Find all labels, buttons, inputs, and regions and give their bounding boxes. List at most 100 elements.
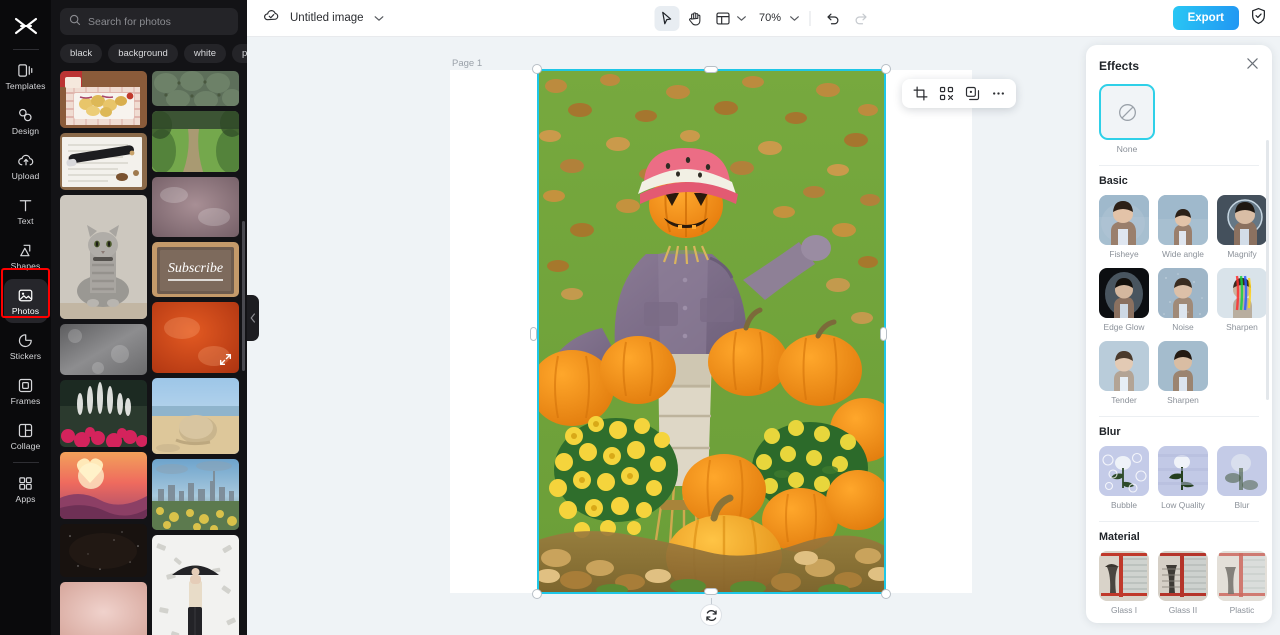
sidebar-item-frames[interactable]: Frames <box>4 369 48 413</box>
expand-arrows-icon[interactable] <box>217 351 233 367</box>
app-logo[interactable] <box>0 6 51 46</box>
effect-tile[interactable]: Low Quality <box>1158 446 1208 510</box>
hand-tool-button[interactable] <box>682 6 707 31</box>
duplicate-button[interactable] <box>960 82 984 106</box>
photo-thumbnail[interactable] <box>60 380 147 448</box>
effect-tile[interactable]: Magnify <box>1217 195 1267 259</box>
sidebar-item-apps[interactable]: Apps <box>4 467 48 511</box>
shield-check-icon[interactable] <box>1250 7 1267 30</box>
photos-scrollbar[interactable] <box>242 221 245 371</box>
sidebar-item-stickers[interactable]: Stickers <box>4 324 48 368</box>
photo-thumbnail[interactable] <box>152 71 239 106</box>
resize-handle-top-left[interactable] <box>532 64 542 74</box>
sidebar-item-label: Templates <box>5 81 46 92</box>
photo-thumbnail[interactable] <box>152 458 239 530</box>
sidebar-item-upload[interactable]: Upload <box>4 144 48 188</box>
photo-thumbnail[interactable] <box>60 523 147 578</box>
effects-row: Bubble Low Quality Blur <box>1099 446 1267 510</box>
photo-thumbnail[interactable]: Subscribe <box>152 242 239 298</box>
no-effect-icon <box>1099 84 1155 140</box>
sidebar-item-templates[interactable]: Templates <box>4 54 48 98</box>
selected-image[interactable] <box>538 70 885 593</box>
effect-tile[interactable]: Glass II <box>1158 551 1208 615</box>
photo-thumbnail[interactable] <box>60 452 147 519</box>
rotate-handle[interactable] <box>700 604 722 626</box>
resize-handle-bottom[interactable] <box>704 588 718 595</box>
text-icon <box>16 196 35 215</box>
effect-tile[interactable]: Edge Glow <box>1099 268 1149 332</box>
top-toolbar: Untitled image 70% Export <box>247 0 1280 37</box>
photo-thumbnail[interactable] <box>60 324 147 376</box>
effect-label: Tender <box>1111 395 1137 405</box>
tag-chip[interactable]: black <box>60 44 103 63</box>
effect-tile[interactable]: Blur <box>1217 446 1267 510</box>
effects-divider <box>1099 165 1259 166</box>
close-icon[interactable] <box>1246 57 1259 75</box>
effect-label: None <box>1116 144 1138 154</box>
effect-tile[interactable]: Tender <box>1099 341 1149 405</box>
stickers-icon <box>16 331 35 350</box>
resize-handle-top[interactable] <box>704 66 718 73</box>
sidebar-item-design[interactable]: Design <box>4 99 48 143</box>
photo-thumbnail[interactable] <box>152 110 239 173</box>
effects-header: Effects <box>1086 45 1272 84</box>
sidebar-item-shapes[interactable]: Shapes <box>4 234 48 278</box>
photo-thumbnail[interactable] <box>60 195 147 320</box>
photo-thumbnail[interactable] <box>152 177 239 238</box>
sidebar-item-photos[interactable]: Photos <box>3 279 48 323</box>
resize-handle-right[interactable] <box>880 327 887 341</box>
document-title-group[interactable]: Untitled image <box>263 8 384 28</box>
undo-button[interactable] <box>820 6 845 31</box>
effect-thumbnail <box>1099 341 1149 391</box>
effect-tile[interactable]: Sharpen <box>1217 268 1267 332</box>
apps-grid-icon <box>16 474 35 493</box>
tag-chip[interactable]: white <box>183 44 227 63</box>
effects-divider <box>1099 521 1259 522</box>
sidebar-item-label: Upload <box>11 171 40 182</box>
templates-icon <box>16 61 35 80</box>
resize-handle-bottom-left[interactable] <box>532 589 542 599</box>
tag-chip[interactable]: p <box>232 44 247 63</box>
search-placeholder: Search for photos <box>88 15 171 28</box>
effect-tile[interactable]: Noise <box>1158 268 1208 332</box>
effect-thumbnail <box>1217 446 1267 496</box>
layout-tool-button[interactable] <box>710 6 746 31</box>
effect-tile[interactable]: Plastic <box>1217 551 1267 615</box>
magic-cutout-button[interactable] <box>934 82 958 106</box>
upload-cloud-icon <box>16 151 35 170</box>
photo-thumbnail[interactable] <box>60 133 147 191</box>
photo-thumbnail[interactable] <box>152 302 239 374</box>
effects-panel: Effects None Basic Fisheye Wide angle Ma… <box>1086 45 1272 623</box>
chevron-down-icon[interactable] <box>374 9 384 27</box>
sidebar-item-collage[interactable]: Collage <box>4 414 48 458</box>
effect-tile[interactable]: Glass I <box>1099 551 1149 615</box>
effect-tile[interactable]: Fisheye <box>1099 195 1149 259</box>
zoom-control[interactable]: 70% <box>757 9 799 27</box>
select-tool-button[interactable] <box>653 5 679 31</box>
effect-tile[interactable]: Bubble <box>1099 446 1149 510</box>
resize-handle-bottom-right[interactable] <box>881 589 891 599</box>
design-icon <box>16 106 35 125</box>
effect-none[interactable]: None <box>1099 84 1259 154</box>
collapse-panel-button[interactable] <box>247 295 259 341</box>
page-label: Page 1 <box>452 58 483 69</box>
sidebar-item-text[interactable]: Text <box>4 189 48 233</box>
effects-scrollbar[interactable] <box>1266 140 1269 400</box>
search-input[interactable]: Search for photos <box>60 8 238 35</box>
photo-thumbnail[interactable] <box>152 534 239 635</box>
resize-handle-left[interactable] <box>530 327 537 341</box>
export-button[interactable]: Export <box>1172 6 1239 30</box>
redo-button[interactable] <box>848 6 873 31</box>
resize-handle-top-right[interactable] <box>881 64 891 74</box>
svg-text:Subscribe: Subscribe <box>168 261 223 276</box>
photos-panel: Search for photos black background white… <box>51 0 247 635</box>
more-button[interactable] <box>986 82 1010 106</box>
photo-thumbnail[interactable] <box>60 71 147 129</box>
effect-tile[interactable]: Sharpen <box>1158 341 1208 405</box>
effect-thumbnail <box>1099 268 1149 318</box>
tag-chip[interactable]: background <box>108 44 178 63</box>
effect-tile[interactable]: Wide angle <box>1158 195 1208 259</box>
photo-thumbnail[interactable] <box>60 582 147 635</box>
photo-thumbnail[interactable] <box>152 378 239 454</box>
crop-button[interactable] <box>908 82 932 106</box>
